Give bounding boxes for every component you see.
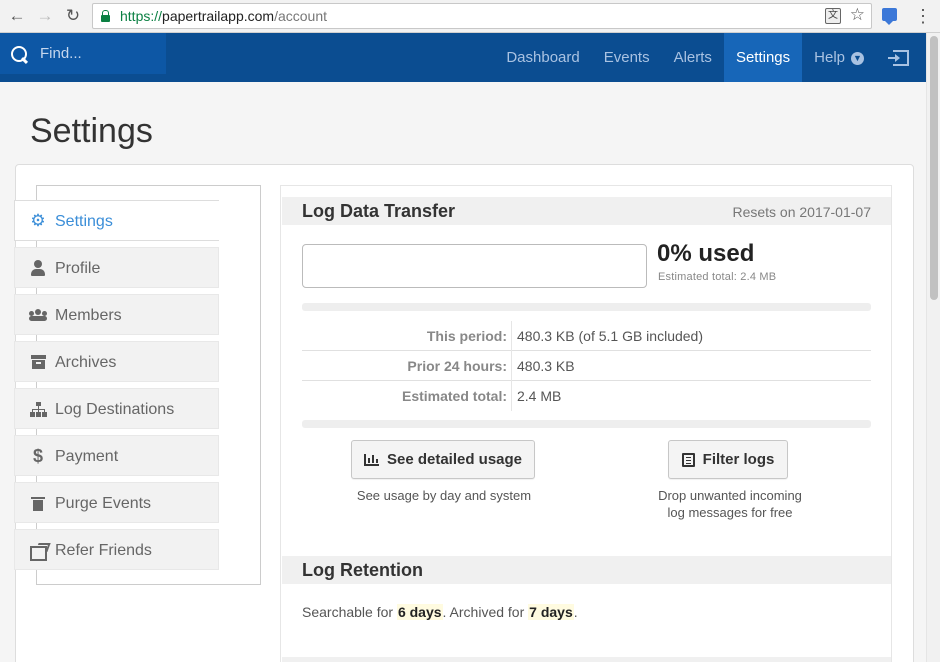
sidebar-item-label: Log Destinations [55, 401, 175, 418]
nav-help-label: Help [814, 49, 845, 66]
search-box [0, 33, 166, 74]
sidebar-item-label: Purge Events [55, 495, 152, 512]
users-icon [29, 306, 47, 324]
trash-icon [29, 494, 47, 512]
user-icon [29, 259, 47, 277]
button-label: See detailed usage [386, 451, 523, 468]
stat-value: 2.4 MB [517, 388, 562, 404]
sidebar-item-purge-events[interactable]: Purge Events [14, 482, 219, 523]
retention-summary: Searchable for 6 days. Archived for 7 da… [302, 604, 578, 620]
gear-icon: ⚙ [30, 211, 46, 230]
search-icon[interactable] [11, 46, 28, 63]
lock-icon [101, 10, 110, 22]
button-label: Filter logs [702, 451, 775, 468]
sidebar-item-archives[interactable]: Archives [14, 341, 219, 382]
usage-caption: See usage by day and system [356, 488, 532, 503]
top-nav: Dashboard Events Alerts Settings Help ▼ [494, 33, 926, 82]
archived-days: 7 days [528, 604, 574, 620]
stats-row-this-period: This period: 480.3 KB (of 5.1 GB include… [302, 321, 871, 351]
search-input[interactable] [40, 43, 160, 63]
searchable-days: 6 days [396, 604, 443, 620]
app-header: Dashboard Events Alerts Settings Help ▼ [0, 33, 926, 82]
resets-date: Resets on 2017-01-07 [732, 204, 871, 220]
back-arrow-icon[interactable]: ← [5, 4, 29, 28]
filter-caption-line-1: Drop unwanted incoming [658, 488, 802, 503]
section-title: Log Retention [302, 560, 423, 580]
stat-key: Prior 24 hours: [407, 358, 507, 374]
logout-icon[interactable] [876, 33, 926, 82]
url-text[interactable]: https://papertrailapp.com/account [120, 8, 327, 25]
settings-sidebar [36, 185, 261, 585]
divider [302, 420, 871, 428]
nav-settings[interactable]: Settings [723, 33, 803, 82]
extension-chat-icon[interactable] [882, 8, 897, 25]
forward-arrow-icon[interactable]: → [33, 4, 57, 28]
used-percentage: 0% used [657, 240, 755, 267]
chevron-down-icon: ▼ [851, 52, 864, 65]
log-retention-header: Log Retention [282, 556, 891, 584]
stat-key: This period: [426, 328, 507, 344]
filter-logs-button[interactable]: Filter logs [668, 440, 788, 479]
sidebar-item-payment[interactable]: $ Payment [14, 435, 219, 476]
archive-icon [29, 353, 47, 371]
sidebar-item-members[interactable]: Members [14, 294, 219, 335]
usage-progress-bar [302, 244, 647, 288]
stat-value: 480.3 KB [517, 358, 575, 374]
section-title: Log Data Transfer [302, 201, 456, 221]
list-alt-icon [681, 452, 695, 467]
sidebar-item-label: Payment [55, 448, 119, 465]
nav-help[interactable]: Help ▼ [802, 33, 876, 82]
sidebar-item-log-destinations[interactable]: Log Destinations [14, 388, 219, 429]
sitemap-icon [29, 400, 47, 418]
sidebar-item-profile[interactable]: Profile [14, 247, 219, 288]
nav-dashboard[interactable]: Dashboard [494, 33, 591, 82]
filter-caption: Drop unwanted incoming log messages for … [640, 487, 820, 521]
bar-chart-icon [363, 453, 379, 466]
sidebar-item-label: Archives [55, 354, 117, 371]
divider [302, 303, 871, 311]
page-scrollbar[interactable] [926, 33, 940, 662]
nav-alerts[interactable]: Alerts [662, 33, 724, 82]
address-bar[interactable]: https://papertrailapp.com/account 文 ☆ [92, 3, 872, 29]
sidebar-item-label: Members [55, 307, 122, 324]
stat-value: 480.3 KB (of 5.1 GB included) [517, 328, 703, 344]
nav-events[interactable]: Events [592, 33, 662, 82]
filter-caption-line-2: log messages for free [667, 505, 793, 520]
sidebar-item-label: Settings [55, 213, 113, 230]
next-section-header [282, 657, 891, 662]
sidebar-item-refer-friends[interactable]: Refer Friends [14, 529, 219, 570]
sidebar-item-label: Profile [55, 260, 101, 277]
see-detailed-usage-button[interactable]: See detailed usage [351, 440, 535, 479]
translate-icon[interactable]: 文 [825, 8, 841, 24]
stat-key: Estimated total: [401, 388, 507, 404]
sidebar-item-settings[interactable]: ⚙ Settings [14, 200, 219, 241]
bookmark-star-icon[interactable]: ☆ [850, 5, 865, 25]
browser-menu-icon[interactable]: ⋮ [914, 4, 932, 28]
browser-toolbar: ← → ↻ https://papertrailapp.com/account … [0, 0, 940, 33]
sidebar-item-label: Refer Friends [55, 542, 152, 559]
reload-icon[interactable]: ↻ [61, 4, 85, 28]
log-transfer-header: Log Data Transfer Resets on 2017-01-07 [282, 197, 891, 225]
stats-row-prior-24h: Prior 24 hours: 480.3 KB [302, 351, 871, 381]
share-icon [29, 541, 47, 561]
dollar-icon: $ [32, 446, 43, 466]
scrollbar-thumb[interactable] [930, 36, 938, 300]
stats-row-estimated-total: Estimated total: 2.4 MB [302, 381, 871, 411]
estimated-total-small: Estimated total: 2.4 MB [658, 271, 777, 283]
page-title: Settings [30, 112, 153, 150]
